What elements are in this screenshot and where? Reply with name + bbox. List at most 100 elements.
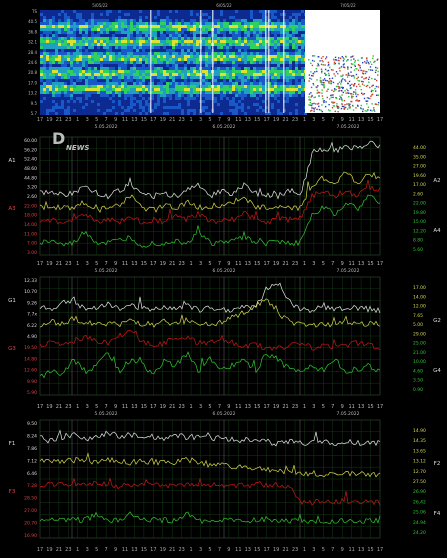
spectrogram-cell [157,64,160,67]
spectrogram-cell [157,58,160,61]
spectrogram-cell [127,103,130,106]
spectrogram-cell [112,55,115,58]
spectrogram-cell [271,97,274,100]
spectrogram-cell [85,109,88,112]
spectrogram-cell [205,67,208,70]
spectrogram-cell [106,31,109,34]
spectrogram-cell [145,79,148,82]
spectrogram-noise-dot [371,103,373,105]
hour-tick: 17 [263,117,269,123]
spectrogram-cell [187,31,190,34]
spectrogram-cell [88,109,91,112]
spectrogram-cell [235,34,238,37]
spectrogram-noise-dot [347,74,349,76]
spectrogram-cell [289,67,292,70]
spectrogram-cell [85,28,88,31]
spectrogram-cell [124,91,127,94]
spectrogram-cell [121,70,124,73]
spectrogram-cell [292,70,295,73]
spectrogram-cell [190,91,193,94]
spectrogram-cell [190,103,193,106]
spectrogram-cell [193,106,196,109]
spectrogram-cell [64,106,67,109]
spectrogram-cell [205,76,208,79]
spectrogram-cell [301,70,304,73]
right-tick-label: 21.00 [413,350,426,356]
spectrogram-cell [232,103,235,106]
spectrogram-cell [226,25,229,28]
spectrogram-cell [109,106,112,109]
spectrogram-y-tick: 13.2 [28,91,37,96]
spectrogram-cell [109,10,112,13]
spectrogram-cell [205,34,208,37]
left-tick-label: 4.90 [27,334,37,340]
spectrogram-cell [58,58,61,61]
spectrogram-cell [115,19,118,22]
spectrogram-cell [145,97,148,100]
spectrogram-cell [91,100,94,103]
spectrogram-noise-dot [329,98,331,100]
spectrogram-cell [229,103,232,106]
spectrogram-cell [205,79,208,82]
spectrogram-cell [136,79,139,82]
spectrogram-cell [40,70,43,73]
spectrogram-cell [157,88,160,91]
spectrogram-cell [274,100,277,103]
spectrogram-cell [67,100,70,103]
spectrogram-cell [115,58,118,61]
spectrogram-cell [70,55,73,58]
hour-tick: 7 [331,261,334,267]
spectrogram-cell [79,52,82,55]
spectrogram-cell [106,25,109,28]
spectrogram-cell [79,97,82,100]
spectrogram-y-tick: 36.8 [28,29,37,34]
spectrogram-cell [295,19,298,22]
left-tick-label: 7.00 [27,241,37,247]
spectrogram-cell [178,19,181,22]
spectrogram-cell [49,13,52,16]
spectrogram-cell [73,49,76,52]
spectrogram-noise-dot [322,79,324,81]
spectrogram-noise-dot [352,55,354,57]
spectrogram-cell [49,28,52,31]
spectrogram-noise-dot [377,86,379,88]
spectrogram-noise-dot [344,90,346,92]
spectrogram-cell [280,64,283,67]
spectrogram-cell [103,79,106,82]
spectrogram-cell [172,13,175,16]
spectrogram-cell [133,67,136,70]
spectrogram-cell [262,67,265,70]
spectrogram-cell [277,64,280,67]
spectrogram-cell [253,49,256,52]
spectrogram-cell [109,13,112,16]
spectrogram-cell [277,37,280,40]
spectrogram-noise-dot [340,89,343,92]
spectrogram-cell [100,103,103,106]
spectrogram-cell [85,76,88,79]
spectrogram-cell [169,94,172,97]
spectrogram-cell [112,85,115,88]
spectrogram-noise-dot [360,88,362,91]
spectrogram-cell [286,94,289,97]
spectrogram-cell [109,61,112,64]
spectrogram-cell [163,73,166,76]
spectrogram-cell [262,58,265,61]
spectrogram-cell [169,106,172,109]
spectrogram-cell [184,103,187,106]
spectrogram-cell [115,88,118,91]
spectrogram-cell [253,25,256,28]
spectrogram-cell [193,49,196,52]
spectrogram-cell [259,10,262,13]
hour-tick: 3 [199,404,202,410]
hour-tick: 1 [303,547,306,553]
hour-tick: 17 [150,117,156,123]
spectrogram-cell [280,49,283,52]
spectrogram-cell [43,10,46,13]
spectrogram-cell [286,19,289,22]
spectrogram-noise-dot [309,77,311,80]
spectrogram-cell [109,67,112,70]
spectrogram-cell [85,100,88,103]
spectrogram-cell [286,91,289,94]
right-tick-label: 22.00 [413,201,426,207]
spectrogram-cell [103,28,106,31]
